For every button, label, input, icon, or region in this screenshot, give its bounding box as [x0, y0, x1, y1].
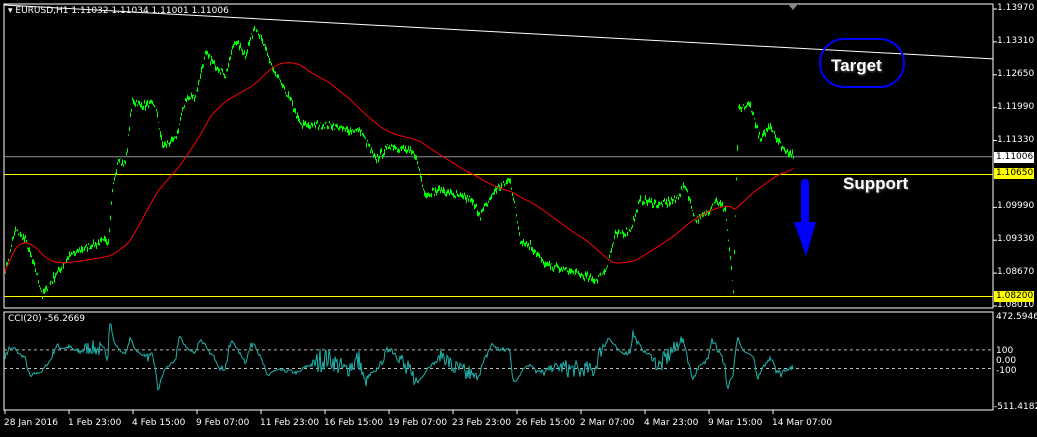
price-tick-label: 1.09990	[997, 201, 1035, 212]
target-annotation: Target	[831, 56, 882, 75]
time-tick-label: 14 Mar 07:00	[772, 418, 833, 428]
time-tick-label: 11 Feb 23:00	[260, 418, 320, 428]
time-tick-label: 9 Mar 15:00	[708, 418, 763, 428]
current-price-label: 1.11006	[994, 152, 1034, 163]
cci-line	[4, 323, 794, 392]
time-tick-label: 1 Feb 23:00	[68, 418, 122, 428]
cci-bottom-label: -511.4182	[994, 402, 1037, 412]
time-tick-label: 16 Feb 15:00	[324, 418, 384, 428]
support-price-label: 1.10650	[994, 168, 1034, 179]
time-tick-label: 4 Feb 15:00	[132, 418, 186, 428]
indicator-pane-border	[3, 311, 994, 411]
time-tick-label: 26 Feb 15:00	[516, 418, 576, 428]
main-pane-border	[3, 3, 994, 309]
price-bars	[5, 26, 794, 299]
time-tick-label: 19 Feb 07:00	[388, 418, 448, 428]
price-tick-label: 1.13970	[997, 3, 1035, 13]
time-tick-label: 9 Feb 07:00	[196, 418, 250, 428]
down-arrow-head-icon	[794, 222, 816, 256]
price-tick-label: 1.11330	[997, 134, 1035, 145]
time-tick-label: 28 Jan 2016	[4, 418, 58, 428]
cci-label: CCI(20) -56.2669	[8, 314, 86, 324]
price-tick-label: 1.09330	[997, 234, 1035, 245]
dropdown-triangle-icon[interactable]: ▾	[8, 6, 13, 16]
price-tick-label: 1.13310	[997, 35, 1035, 46]
price-tick-label: 1.08670	[997, 267, 1035, 278]
price-tick-label: 1.11990	[997, 101, 1035, 112]
time-tick-label: 4 Mar 23:00	[644, 418, 699, 428]
cci-top-label: 472.5946	[996, 312, 1037, 322]
cci-lower-label: -100	[996, 366, 1017, 376]
symbol-ohlc: EURUSD,H1 1.11032 1.11034 1.11001 1.1100…	[15, 6, 229, 16]
support-annotation: Support	[843, 174, 909, 193]
chart-shift-marker-icon	[788, 4, 798, 10]
time-tick-label: 23 Feb 23:00	[452, 418, 512, 428]
moving-average-line	[4, 62, 794, 274]
price-tick-label: 1.12650	[997, 68, 1035, 79]
chart-window[interactable]: ▾ EURUSD,H1 1.11032 1.11034 1.11001 1.11…	[0, 0, 1037, 437]
lower-price-label: 1.08200	[994, 291, 1034, 302]
time-tick-label: 2 Mar 07:00	[580, 418, 635, 428]
symbol-header: ▾ EURUSD,H1 1.11032 1.11034 1.11001 1.11…	[8, 6, 229, 17]
